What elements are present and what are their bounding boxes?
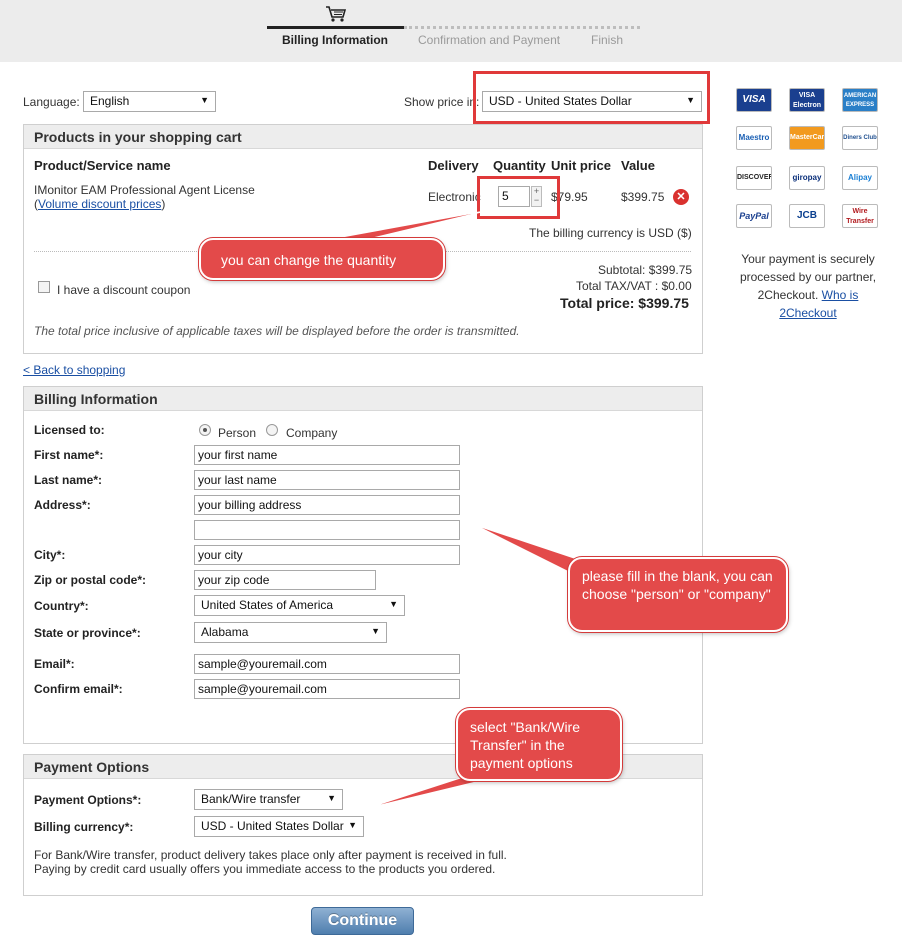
secure-payment-text: Your payment is securely processed by ou… <box>730 250 886 322</box>
payment-options-select[interactable]: Bank/Wire transfer ▼ <box>194 789 343 810</box>
quantity-highlight-box <box>477 176 560 219</box>
address-line2-field[interactable] <box>194 520 460 540</box>
billing-panel-title: Billing Information <box>24 387 702 411</box>
person-radio[interactable] <box>199 424 211 436</box>
step-progress-active <box>267 26 404 29</box>
payment-options-label: Payment Options*: <box>34 793 142 807</box>
zip-field[interactable]: your zip code <box>194 570 376 590</box>
alipay-card-icon: Alipay <box>842 166 878 190</box>
tax-total: Total TAX/VAT : $0.00 <box>576 279 692 293</box>
step-confirmation-payment: Confirmation and Payment <box>418 33 561 47</box>
email-field[interactable]: sample@youremail.com <box>194 654 460 674</box>
state-select[interactable]: Alabama ▼ <box>194 622 387 643</box>
first-name-label: First name*: <box>34 448 104 462</box>
currency-highlight-box <box>473 71 710 124</box>
last-name-label: Last name*: <box>34 473 103 487</box>
person-label: Person <box>218 426 257 440</box>
address-label: Address*: <box>34 498 91 512</box>
col-value-header: Value <box>621 158 655 173</box>
col-unit-price-header: Unit price <box>551 158 611 173</box>
diners-club-card-icon: Diners Club <box>842 126 878 150</box>
billing-currency-value: USD - United States Dollar <box>201 819 344 833</box>
paypal-card-icon: PayPal <box>736 204 772 228</box>
volume-discount-wrap: (Volume discount prices) <box>34 197 166 211</box>
back-to-shopping-link[interactable]: < Back to shopping <box>23 363 125 377</box>
language-label: Language: <box>23 95 80 109</box>
address-field[interactable]: your billing address <box>194 495 460 515</box>
callout-quantity: you can change the quantity <box>199 238 445 280</box>
maestro-card-icon: Maestro <box>736 126 772 150</box>
chevron-down-icon: ▼ <box>371 626 380 636</box>
chevron-down-icon: ▼ <box>389 599 398 609</box>
email-label: Email*: <box>34 657 75 671</box>
billing-currency-note: The billing currency is USD ($) <box>529 226 692 240</box>
product-name: IMonitor EAM Professional Agent License <box>34 183 255 197</box>
country-select[interactable]: United States of America ▼ <box>194 595 405 616</box>
first-name-field[interactable]: your first name <box>194 445 460 465</box>
show-price-label: Show price in: <box>404 95 480 109</box>
delivery-value: Electronic <box>428 190 481 204</box>
step-progress-pending <box>404 26 640 29</box>
last-name-field[interactable]: your last name <box>194 470 460 490</box>
col-quantity-header: Quantity <box>493 158 546 173</box>
country-select-value: United States of America <box>201 598 334 612</box>
state-label: State or province*: <box>34 626 141 640</box>
payment-options-value: Bank/Wire transfer <box>201 792 301 806</box>
zip-label: Zip or postal code*: <box>34 573 147 587</box>
total-price: Total price: $399.75 <box>560 295 689 311</box>
confirm-email-field[interactable]: sample@youremail.com <box>194 679 460 699</box>
billing-currency-label: Billing currency*: <box>34 820 134 834</box>
billing-currency-select[interactable]: USD - United States Dollar ▼ <box>194 816 364 837</box>
continue-button[interactable]: Continue <box>311 907 414 935</box>
company-label: Company <box>286 426 338 440</box>
shopping-cart-icon <box>326 6 347 22</box>
cart-panel-title: Products in your shopping cart <box>24 125 702 149</box>
mastercard-card-icon: MasterCard <box>789 126 825 150</box>
payment-note-1: For Bank/Wire transfer, product delivery… <box>34 848 507 862</box>
step-billing-information: Billing Information <box>282 33 388 47</box>
subtotal: Subtotal: $399.75 <box>598 263 693 277</box>
american-express-card-icon: AMERICAN EXPRESS <box>842 88 878 112</box>
confirm-email-label: Confirm email*: <box>34 682 123 696</box>
giropay-card-icon: giropay <box>789 166 825 190</box>
chevron-down-icon: ▼ <box>327 793 336 803</box>
licensed-to-label: Licensed to: <box>34 423 105 437</box>
volume-discount-link[interactable]: Volume discount prices <box>38 197 161 211</box>
language-select[interactable]: English ▼ <box>83 91 216 112</box>
wire-transfer-card-icon: Wire Transfer <box>842 204 878 228</box>
col-product-header: Product/Service name <box>34 158 171 173</box>
line-value: $399.75 <box>621 190 665 204</box>
checkout-steps-bar <box>0 0 902 62</box>
step-finish: Finish <box>591 33 624 47</box>
state-select-value: Alabama <box>201 625 249 639</box>
chevron-down-icon: ▼ <box>348 820 357 830</box>
company-radio[interactable] <box>266 424 278 436</box>
col-delivery-header: Delivery <box>428 158 479 173</box>
remove-item-icon[interactable]: ✕ <box>673 189 689 205</box>
visa-electron-card-icon: VISA Electron <box>789 88 825 112</box>
discount-coupon-checkbox[interactable] <box>38 281 50 293</box>
discount-coupon-label: I have a discount coupon <box>57 283 191 297</box>
country-label: Country*: <box>34 599 89 613</box>
discover-card-icon: DISCOVER <box>736 166 772 190</box>
tax-footnote: The total price inclusive of applicable … <box>34 324 520 338</box>
city-label: City*: <box>34 548 66 562</box>
visa-card-icon: VISA <box>736 88 772 112</box>
city-field[interactable]: your city <box>194 545 460 565</box>
callout-fill-blank: please fill in the blank, you can choose… <box>568 557 788 632</box>
callout-payment: select "Bank/Wire Transfer" in the payme… <box>456 708 622 781</box>
jcb-card-icon: JCB <box>789 204 825 228</box>
chevron-down-icon: ▼ <box>200 95 209 105</box>
language-select-value: English <box>90 94 130 108</box>
payment-note-2: Paying by credit card usually offers you… <box>34 862 496 876</box>
